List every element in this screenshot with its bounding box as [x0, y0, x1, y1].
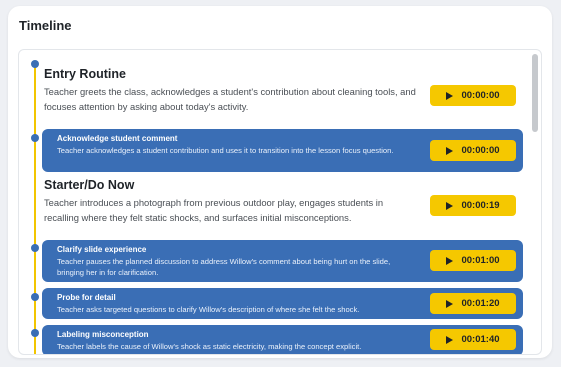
section-title: Starter/Do Now [44, 178, 135, 192]
timeline-dot [31, 329, 39, 337]
timestamp-button[interactable]: 00:01:20 [430, 293, 516, 314]
timestamp-label: 00:00:00 [461, 90, 500, 101]
timeline-dot [31, 293, 39, 301]
section-description: Teacher greets the class, acknowledges a… [44, 86, 416, 112]
scrollbar-thumb[interactable] [532, 54, 538, 132]
event-description: Teacher pauses the planned discussion to… [57, 257, 391, 277]
timestamp-label: 00:00:00 [461, 145, 500, 156]
panel-title: Timeline [19, 18, 72, 33]
play-icon [446, 91, 454, 100]
event-description: Teacher asks targeted questions to clari… [57, 305, 360, 314]
timestamp-label: 00:01:40 [461, 334, 500, 345]
timeline-panel: Timeline Entry Routine Teacher greets th… [8, 6, 552, 358]
timestamp-button[interactable]: 00:00:00 [430, 85, 516, 106]
event-title: Probe for detail [57, 293, 116, 302]
event-title: Labeling misconception [57, 330, 149, 339]
timestamp-label: 00:01:00 [461, 255, 500, 266]
timestamp-button[interactable]: 00:00:00 [430, 140, 516, 161]
section-title: Entry Routine [44, 67, 126, 81]
event-title: Clarify slide experience [57, 245, 147, 254]
timeline-scroll-area[interactable]: Entry Routine Teacher greets the class, … [18, 49, 542, 355]
timestamp-label: 00:00:19 [461, 200, 500, 211]
event-title: Acknowledge student comment [57, 134, 178, 143]
play-icon [446, 256, 454, 265]
play-icon [446, 201, 454, 210]
timeline-line [34, 66, 36, 354]
timestamp-button[interactable]: 00:01:40 [430, 329, 516, 350]
timeline-dot [31, 244, 39, 252]
timestamp-button[interactable]: 00:01:00 [430, 250, 516, 271]
play-icon [446, 299, 454, 308]
play-icon [446, 146, 454, 155]
event-description: Teacher acknowledges a student contribut… [57, 146, 394, 155]
timestamp-label: 00:01:20 [461, 298, 500, 309]
timeline-dot [31, 134, 39, 142]
play-icon [446, 335, 454, 344]
timestamp-button[interactable]: 00:00:19 [430, 195, 516, 216]
timeline-dot [31, 60, 39, 68]
event-description: Teacher labels the cause of Willow's sho… [57, 342, 362, 351]
section-description: Teacher introduces a photograph from pre… [44, 197, 384, 223]
